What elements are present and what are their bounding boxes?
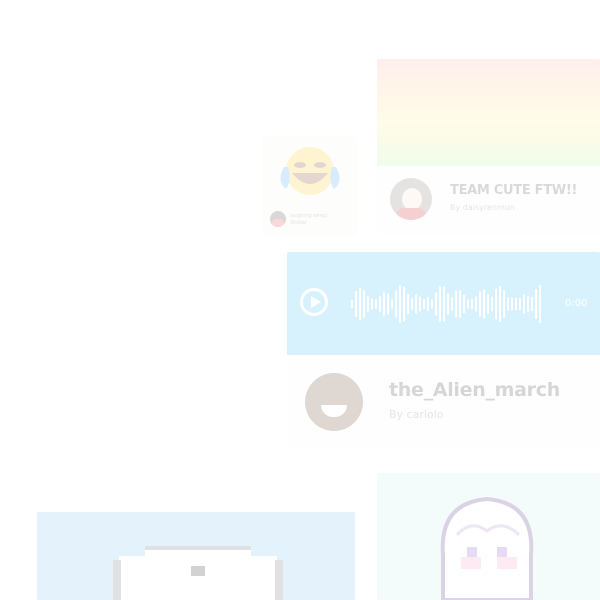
audio-time: 0:00 — [565, 298, 588, 309]
waveform-bar — [371, 298, 373, 310]
author-sub: Sticker — [290, 220, 308, 226]
post-title[interactable]: the_Alien_march — [389, 379, 560, 401]
post-byline[interactable]: By carlolo — [389, 408, 443, 421]
waveform-bar — [483, 289, 485, 319]
waveform-bar — [415, 294, 417, 314]
waveform-bar — [383, 292, 385, 316]
waveform-bar — [467, 299, 469, 309]
waveform-bar — [427, 296, 429, 312]
avatar[interactable] — [390, 178, 432, 220]
waveform-bar — [375, 299, 377, 309]
waveform-bar — [387, 293, 389, 315]
avatar-face — [402, 188, 422, 210]
waveform-bar — [419, 296, 421, 312]
waveform-bar — [519, 298, 521, 310]
waveform-icon — [351, 285, 541, 323]
rainbow-post-card[interactable]: TEAM CUTE FTW!! By daisyrenmun — [377, 59, 600, 235]
crying-laughing-emoji-icon — [280, 147, 340, 195]
post-title[interactable]: TEAM CUTE FTW!! — [450, 183, 577, 198]
waveform-bar — [439, 286, 441, 322]
waveform-bar — [459, 290, 461, 318]
waveform-bar — [471, 299, 473, 309]
author-line: laughing emoji Sticker — [290, 213, 352, 227]
waveform-bar — [503, 290, 505, 318]
waveform-bar — [455, 290, 457, 318]
waveform-bar — [451, 297, 453, 311]
waveform-bar — [391, 299, 393, 309]
waveform-bar — [431, 299, 433, 309]
waveform-bar — [379, 296, 381, 312]
waveform-bar — [479, 291, 481, 317]
post-byline[interactable]: By daisyrenmun — [450, 203, 515, 212]
waveform-bar — [355, 291, 357, 317]
audio-post-card[interactable]: 0:00 the_Alien_march By carlolo — [287, 252, 600, 450]
play-button[interactable] — [300, 288, 328, 316]
waveform-bar — [411, 298, 413, 310]
waveform-bar — [447, 293, 449, 315]
waveform-bar — [443, 286, 445, 322]
avatar-shirt — [396, 208, 426, 220]
waveform-bar — [495, 288, 497, 320]
waveform-bar — [539, 285, 541, 323]
waveform-bar — [363, 290, 365, 318]
waveform-bar — [403, 286, 405, 322]
waveform-bar — [435, 292, 437, 316]
pixel-anime-character-icon — [440, 496, 534, 600]
avatar[interactable] — [270, 211, 286, 227]
anime-post-card[interactable] — [377, 473, 600, 600]
waveform-bar — [463, 294, 465, 314]
pixel-dog-icon — [113, 546, 283, 600]
author-name: laughing emoji — [290, 213, 328, 219]
dog-post-card[interactable] — [37, 512, 355, 600]
waveform-bar — [499, 286, 501, 322]
waveform-bar — [423, 298, 425, 310]
avatar-mouth — [321, 405, 347, 417]
waveform-bar — [367, 296, 369, 312]
waveform-bar — [535, 288, 537, 320]
waveform-bar — [507, 297, 509, 311]
waveform-bar — [523, 294, 525, 314]
waveform-bar — [399, 285, 401, 323]
emoji-post-card[interactable]: laughing emoji Sticker — [262, 137, 357, 235]
waveform-bar — [511, 297, 513, 311]
waveform-bar — [395, 290, 397, 318]
waveform-bar — [515, 297, 517, 311]
avatar[interactable] — [305, 373, 363, 431]
waveform-bar — [407, 294, 409, 314]
waveform-bar — [487, 294, 489, 314]
waveform-bar — [359, 287, 361, 321]
waveform-bar — [351, 300, 353, 308]
waveform-bar — [491, 296, 493, 312]
waveform-bar — [531, 297, 533, 311]
waveform-bar — [475, 296, 477, 312]
rainbow-gradient-art — [377, 59, 600, 166]
waveform-bar — [527, 296, 529, 312]
audio-player: 0:00 — [287, 252, 600, 355]
